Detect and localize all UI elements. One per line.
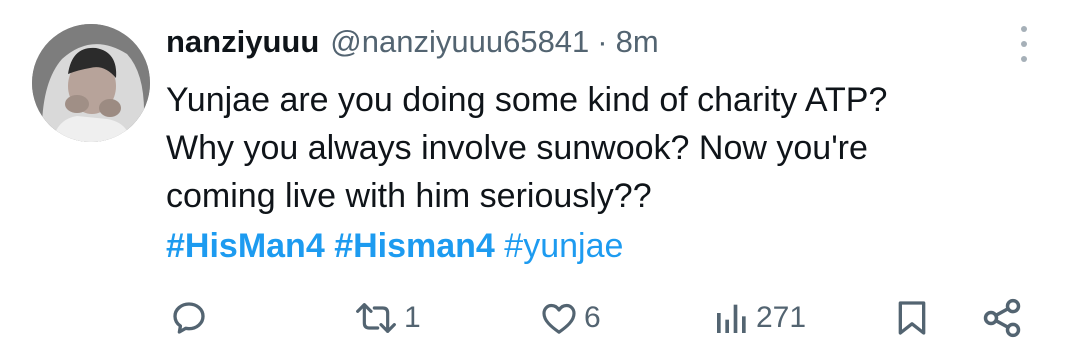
display-name[interactable]: nanziyuuu [166,22,319,62]
retweet-button[interactable]: 1 [352,288,421,348]
timestamp[interactable]: 8m [616,22,659,62]
views-button[interactable]: 271 [712,288,806,348]
more-options-icon[interactable] [1012,26,1036,62]
retweet-icon [356,303,396,333]
avatar[interactable] [32,24,150,142]
heart-icon [542,303,576,334]
separator-dot: · [597,24,608,59]
tweet-text: Yunjae are you doing some kind of charit… [166,76,1046,270]
hashtag-list: #HisMan4 #Hisman4 #yunjae [166,222,1046,270]
tweet-text-line: Yunjae are you doing some kind of charit… [166,81,888,119]
share-button[interactable] [980,288,1024,348]
like-button[interactable]: 6 [538,288,601,348]
bookmark-icon [898,301,926,335]
share-icon [983,298,1021,338]
tweet-text-line: coming live with him seriously?? [166,177,652,215]
bookmark-button[interactable] [892,288,932,348]
hashtag-link[interactable]: #yunjae [504,227,623,265]
reply-button[interactable] [168,288,210,348]
tweet-actions-bar: 1 6 271 [0,288,1080,348]
hashtag-link[interactable]: #Hisman4 [334,227,495,265]
user-handle[interactable]: @nanziyuuu65841 [330,22,589,62]
tweet-header: nanziyuuu @nanziyuuu65841 · 8m [166,22,659,62]
views-count: 271 [756,301,807,334]
tweet-text-line: Why you always involve sunwook? Now you'… [166,129,868,167]
views-chart-icon [717,304,746,333]
avatar-photo [32,24,150,142]
hashtag-link[interactable]: #HisMan4 [166,227,325,265]
reply-icon [173,302,205,334]
retweet-count: 1 [404,301,421,334]
like-count: 6 [584,301,601,334]
